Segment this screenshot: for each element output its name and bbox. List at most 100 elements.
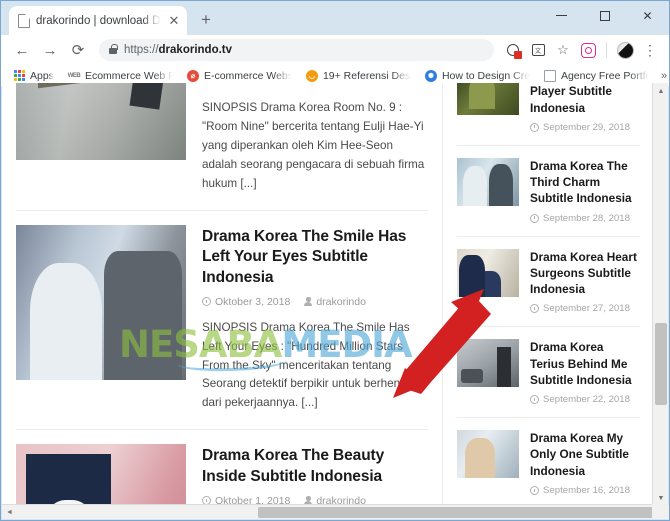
bookmark-label: Agency Free Portfolio — [560, 69, 649, 82]
scroll-left-button[interactable]: ◄ — [2, 505, 17, 520]
article-date: Oktober 3, 2018 — [202, 296, 290, 308]
orange-favicon-icon: ◡ — [305, 69, 318, 82]
apps-grid-icon — [14, 70, 25, 81]
article-item: Drama Korea The Smile Has Left Your Eyes… — [16, 211, 428, 431]
sidebar-item-body: Drama Korea My Only One Subtitle Indones… — [530, 430, 640, 496]
lock-icon — [109, 44, 118, 54]
sidebar-item-body: Drama Korea Heart Surgeons Subtitle Indo… — [530, 249, 640, 314]
bookmark-label: Ecommerce Web Pro — [84, 69, 173, 82]
bookmark-label: E-commerce Website — [203, 69, 292, 82]
sidebar-thumbnail[interactable] — [457, 430, 519, 479]
page-viewport: SINOPSIS Drama Korea Room No. 9 : "Room … — [2, 83, 654, 506]
page-content: SINOPSIS Drama Korea Room No. 9 : "Room … — [2, 83, 654, 506]
translate-icon[interactable]: 文 — [527, 39, 549, 61]
article-thumbnail[interactable] — [16, 224, 186, 380]
bookmark-star-icon[interactable]: ☆ — [552, 39, 574, 61]
chrome-menu-icon[interactable]: ⋮ — [639, 39, 661, 61]
sidebar-item-date: September 28, 2018 — [530, 213, 640, 224]
sidebar-date-text: September 27, 2018 — [543, 303, 630, 315]
sidebar-item-body: Drama Korea The Player Subtitle Indonesi… — [530, 83, 640, 133]
tab-close-icon[interactable]: ✕ — [167, 14, 181, 27]
article-author-text: drakorindo — [316, 295, 366, 308]
browser-window: drakorindo | download Drama Korea ✕ + ✕ … — [0, 0, 670, 521]
bookmark-label: Apps — [30, 69, 54, 82]
profile-avatar[interactable] — [614, 39, 636, 61]
tab-title: drakorindo | download Drama Korea — [36, 14, 161, 27]
sidebar-thumbnail[interactable] — [457, 83, 519, 115]
adblock-icon[interactable] — [502, 39, 524, 61]
sidebar-item: Drama Korea The Third Charm Subtitle Ind… — [457, 146, 640, 237]
maximize-button[interactable] — [583, 1, 626, 30]
red-favicon-icon: ⌀ — [186, 69, 199, 82]
article-thumbnail[interactable] — [16, 444, 186, 506]
article-item: Drama Korea The Beauty Inside Subtitle I… — [16, 430, 428, 506]
sidebar-item: Drama Korea My Only One Subtitle Indones… — [457, 418, 640, 506]
article-item: SINOPSIS Drama Korea Room No. 9 : "Room … — [16, 83, 428, 211]
clock-icon — [530, 122, 539, 132]
scroll-up-button[interactable]: ▲ — [653, 83, 669, 99]
window-controls: ✕ — [540, 1, 669, 30]
bookmarks-overflow-button[interactable]: » — [656, 70, 669, 82]
sidebar-date-text: September 29, 2018 — [543, 121, 630, 133]
forward-button[interactable]: → — [37, 37, 63, 63]
tab-favicon-icon — [18, 13, 30, 28]
sidebar-item-body: Drama Korea Terius Behind Me Subtitle In… — [530, 339, 640, 405]
article-thumbnail[interactable] — [16, 83, 186, 160]
reload-button[interactable]: ⟳ — [65, 37, 91, 63]
sidebar-item: Drama Korea Terius Behind Me Subtitle In… — [457, 327, 640, 419]
user-icon — [304, 297, 313, 307]
horizontal-scrollbar-thumb[interactable] — [258, 506, 654, 518]
toolbar-divider — [606, 42, 607, 58]
article-date-text: Oktober 3, 2018 — [215, 295, 291, 308]
sidebar-date-text: September 28, 2018 — [543, 212, 630, 224]
vertical-scrollbar-thumb[interactable] — [655, 323, 667, 405]
clock-icon — [530, 395, 539, 405]
tab-strip: drakorindo | download Drama Korea ✕ + ✕ — [1, 1, 669, 35]
sidebar-thumbnail[interactable] — [457, 339, 519, 388]
instagram-extension-icon[interactable] — [577, 39, 599, 61]
article-body: Drama Korea The Beauty Inside Subtitle I… — [202, 444, 428, 506]
sidebar-item-date: September 29, 2018 — [530, 122, 640, 133]
address-bar[interactable]: https://drakorindo.tv — [99, 39, 494, 61]
toolbar-icon-group: 文 ☆ ⋮ — [502, 39, 661, 61]
article-excerpt: SINOPSIS Drama Korea The Smile Has Left … — [202, 320, 410, 410]
article-title[interactable]: Drama Korea The Beauty Inside Subtitle I… — [202, 446, 428, 487]
vertical-scrollbar[interactable]: ▲ ▼ — [652, 83, 668, 506]
article-meta: Oktober 3, 2018 drakorindo — [202, 296, 428, 308]
minimize-button[interactable] — [540, 1, 583, 30]
horizontal-scrollbar[interactable]: ◄ ► — [2, 504, 669, 520]
scrollbar-corner — [652, 504, 668, 519]
sidebar-item-date: September 16, 2018 — [530, 485, 640, 496]
close-window-button[interactable]: ✕ — [626, 1, 669, 30]
article-body: Drama Korea The Smile Has Left Your Eyes… — [202, 225, 428, 414]
article-author: drakorindo — [304, 296, 366, 308]
address-bar-url: https://drakorindo.tv — [124, 44, 232, 56]
browser-tab[interactable]: drakorindo | download Drama Korea ✕ — [9, 6, 187, 35]
article-body: SINOPSIS Drama Korea Room No. 9 : "Room … — [202, 83, 428, 194]
sidebar-item-title[interactable]: Drama Korea Heart Surgeons Subtitle Indo… — [530, 249, 640, 298]
url-host: drakorindo.tv — [158, 44, 233, 56]
sidebar-thumbnail[interactable] — [457, 248, 519, 297]
sidebar-item-title[interactable]: Drama Korea Terius Behind Me Subtitle In… — [530, 339, 640, 388]
clock-icon — [530, 213, 539, 223]
clock-icon — [530, 485, 539, 495]
sidebar-thumbnail[interactable] — [457, 157, 519, 206]
sidebar-date-text: September 22, 2018 — [543, 394, 630, 406]
sidebar-item-title[interactable]: Drama Korea My Only One Subtitle Indones… — [530, 430, 640, 479]
generic-favicon-icon: WEB — [68, 69, 81, 82]
sidebar-item-title[interactable]: Drama Korea The Player Subtitle Indonesi… — [530, 83, 640, 116]
bookmark-label: 19+ Referensi Design — [322, 69, 411, 82]
article-excerpt: SINOPSIS Drama Korea Room No. 9 : "Room … — [202, 101, 425, 190]
new-tab-button[interactable]: + — [193, 7, 219, 33]
main-article-list: SINOPSIS Drama Korea Room No. 9 : "Room … — [2, 83, 442, 506]
sidebar-item-date: September 27, 2018 — [530, 303, 640, 314]
clock-icon — [202, 297, 211, 307]
browser-toolbar: ← → ⟳ https://drakorindo.tv 文 ☆ ⋮ — [1, 35, 669, 65]
sidebar-date-text: September 16, 2018 — [543, 484, 630, 496]
sidebar-item-body: Drama Korea The Third Charm Subtitle Ind… — [530, 158, 640, 224]
sidebar-item-title[interactable]: Drama Korea The Third Charm Subtitle Ind… — [530, 158, 640, 207]
bookmark-label: How to Design Creat — [441, 69, 530, 82]
article-title[interactable]: Drama Korea The Smile Has Left Your Eyes… — [202, 227, 428, 289]
back-button[interactable]: ← — [9, 37, 35, 63]
url-scheme: https:// — [124, 44, 159, 56]
